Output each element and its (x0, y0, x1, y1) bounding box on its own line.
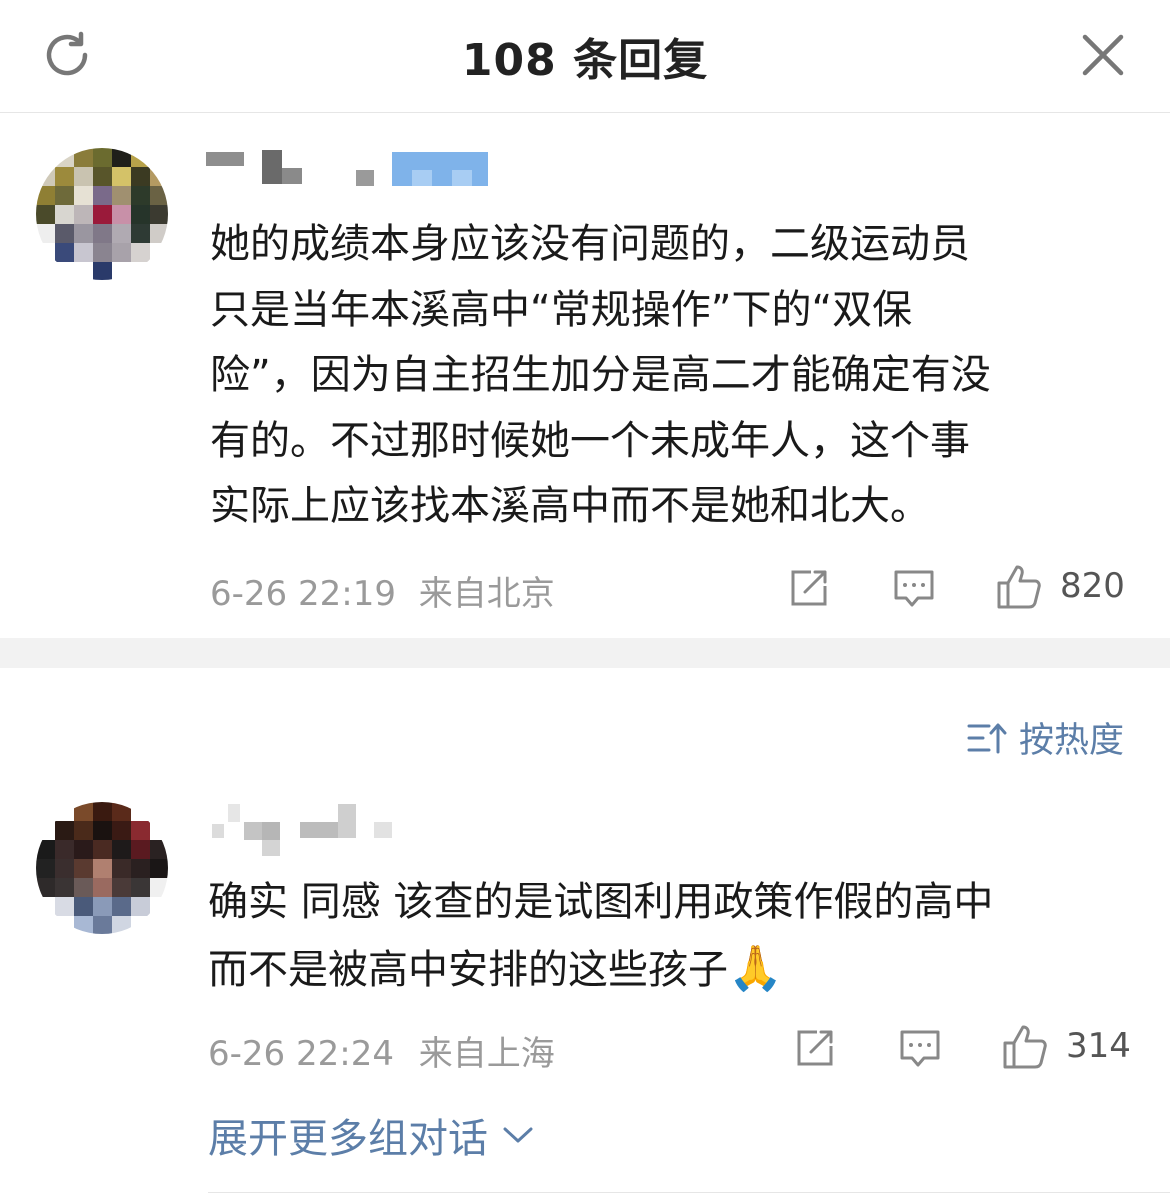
comment-text: 她的成绩本身应该没有问题的，二级运动员 只是当年本溪高中“常规操作”下的“双保 … (210, 221, 991, 529)
like-icon[interactable] (1000, 1022, 1050, 1072)
comment-meta: 6-26 22:24 来自上海 (208, 1026, 555, 1075)
username-blurred[interactable] (206, 802, 426, 860)
repost-icon[interactable] (786, 566, 834, 610)
separator-line (208, 1192, 1170, 1193)
refresh-icon[interactable] (34, 22, 100, 88)
pray-emoji: 🙏 (728, 942, 783, 994)
chevron-down-icon (503, 1127, 533, 1143)
comment-icon[interactable] (890, 566, 938, 610)
header-bar: 108 条回复 (0, 0, 1170, 113)
sort-icon (967, 723, 1007, 753)
page-title: 108 条回复 (461, 35, 709, 86)
like-icon[interactable] (994, 562, 1044, 612)
avatar[interactable] (36, 802, 168, 934)
comment-time: 6-26 22:24 (208, 1034, 394, 1074)
comment-text-body: 确实 同感 该查的是试图利用政策作假的高中 而不是被高中安排的这些孩子 (208, 879, 994, 993)
expand-more-conversations-link[interactable]: 展开更多组对话 (208, 1106, 534, 1164)
like-count: 314 (1066, 1026, 1131, 1066)
comment-time: 6-26 22:19 (210, 574, 396, 614)
like-count: 820 (1060, 566, 1125, 606)
sort-by-hot-button[interactable]: 按热度 (967, 712, 1124, 763)
comment-location: 来自北京 (418, 574, 555, 614)
section-divider (0, 638, 1170, 668)
avatar[interactable] (36, 148, 168, 280)
comment-meta: 6-26 22:19 来自北京 (210, 566, 555, 615)
close-icon[interactable] (1070, 22, 1136, 88)
username-blurred[interactable] (206, 150, 496, 186)
comment-location: 来自上海 (418, 1034, 555, 1074)
sort-label: 按热度 (1018, 721, 1124, 761)
repost-icon[interactable] (792, 1026, 840, 1070)
comment-icon[interactable] (896, 1026, 944, 1070)
expand-label: 展开更多组对话 (208, 1116, 488, 1162)
comment-text: 确实 同感 该查的是试图利用政策作假的高中 而不是被高中安排的这些孩子🙏 (208, 870, 993, 1003)
